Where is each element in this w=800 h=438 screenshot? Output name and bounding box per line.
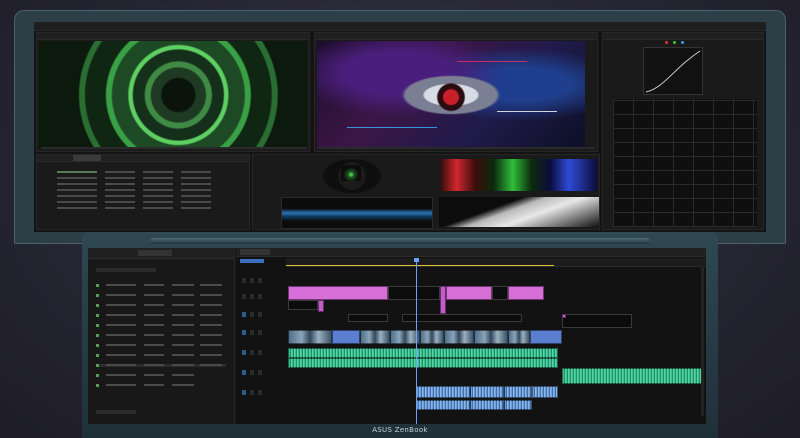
light-streak (497, 111, 557, 112)
track-header-v1[interactable] (236, 310, 284, 320)
list-item-selected[interactable] (96, 364, 226, 367)
lumetri-tabs[interactable] (603, 33, 763, 40)
list-item[interactable] (96, 314, 226, 317)
audio-clip[interactable] (416, 400, 470, 410)
clip[interactable] (402, 314, 522, 322)
green-channel-dot[interactable] (673, 41, 676, 44)
project-toolbar[interactable] (96, 410, 136, 414)
project-bin-tabs[interactable] (37, 155, 249, 162)
robot-image (317, 41, 585, 149)
table-row[interactable] (41, 201, 245, 204)
clip[interactable] (420, 330, 444, 344)
table-row[interactable] (41, 189, 245, 192)
clip[interactable] (348, 314, 388, 322)
vertical-scrollbar[interactable] (701, 266, 704, 416)
clip[interactable] (446, 286, 492, 300)
sequence-tab[interactable] (240, 249, 270, 255)
curves-graph[interactable] (643, 47, 703, 95)
table-row[interactable] (41, 171, 245, 174)
screenpad-screen (88, 248, 706, 424)
project-panel (88, 248, 235, 424)
table-row[interactable] (41, 207, 245, 210)
red-channel-dot[interactable] (665, 41, 668, 44)
clip[interactable] (444, 330, 474, 344)
clip[interactable] (508, 286, 544, 300)
brand-label: ASUS ZenBook (372, 426, 428, 434)
scopes-panel (252, 154, 600, 230)
list-item[interactable] (96, 334, 226, 337)
track-header-a2[interactable] (236, 348, 284, 358)
active-project-tab[interactable] (138, 250, 172, 256)
table-row[interactable] (41, 183, 245, 186)
curve-line-icon (645, 50, 701, 93)
timeline-panel (236, 248, 706, 424)
clip[interactable] (360, 330, 390, 344)
clip[interactable] (288, 300, 318, 310)
audio-clip[interactable] (416, 386, 470, 398)
menu-bar (34, 22, 766, 31)
active-tab[interactable] (73, 155, 101, 161)
audio-clip[interactable] (470, 386, 504, 398)
clip[interactable] (508, 330, 530, 344)
clip[interactable] (288, 286, 388, 300)
track-header-a1[interactable] (236, 328, 284, 338)
light-streak (347, 127, 437, 128)
work-area-bar[interactable] (286, 265, 554, 266)
speaker-image (39, 41, 307, 149)
audio-clip[interactable] (470, 400, 504, 410)
table-row[interactable] (41, 195, 245, 198)
source-scrub-bar[interactable] (41, 147, 307, 149)
list-item[interactable] (96, 344, 226, 347)
list-item[interactable] (96, 384, 226, 387)
program-monitor-tabs[interactable] (315, 33, 597, 40)
clip[interactable] (474, 330, 508, 344)
top-screen (34, 22, 766, 232)
clip[interactable] (318, 300, 324, 312)
clip[interactable] (562, 314, 566, 318)
audio-clip[interactable] (504, 400, 532, 410)
clip[interactable] (288, 330, 332, 344)
luma-scope (439, 197, 599, 227)
timeline-tabs[interactable] (236, 248, 706, 257)
audio-clip[interactable] (532, 386, 558, 398)
list-item[interactable] (96, 284, 226, 287)
track-header-a4[interactable] (236, 388, 284, 398)
audio-clip[interactable] (288, 358, 558, 368)
rgb-parade-scope (441, 159, 597, 191)
blue-channel-dot[interactable] (681, 41, 684, 44)
clip[interactable] (530, 330, 562, 344)
clip[interactable] (388, 286, 440, 300)
laptop-hinge (150, 238, 650, 244)
playhead[interactable] (414, 258, 419, 424)
parade-grid (613, 99, 757, 227)
vectorscope-trace (341, 165, 361, 181)
list-item[interactable] (96, 324, 226, 327)
clip[interactable] (562, 314, 632, 328)
table-row[interactable] (41, 177, 245, 180)
lumetri-panel (602, 32, 764, 230)
track-header-v3[interactable] (236, 276, 284, 286)
program-monitor-panel (314, 32, 598, 152)
list-item[interactable] (96, 374, 226, 377)
source-monitor-panel (36, 32, 310, 152)
list-item[interactable] (96, 354, 226, 357)
program-scrub-bar[interactable] (319, 147, 595, 149)
audio-clip[interactable] (562, 368, 702, 384)
clip[interactable] (492, 286, 508, 300)
timecode-display[interactable] (240, 259, 264, 263)
project-bin-panel (36, 154, 250, 230)
track-header-v2[interactable] (236, 292, 284, 302)
waveform-scope (281, 197, 433, 229)
light-streak (457, 61, 527, 62)
audio-clip[interactable] (288, 348, 558, 358)
source-monitor-tabs[interactable] (37, 33, 309, 40)
clip[interactable] (332, 330, 360, 344)
search-input[interactable] (96, 268, 156, 272)
track-header-a3[interactable] (236, 368, 284, 378)
audio-clip[interactable] (504, 386, 532, 398)
list-item[interactable] (96, 294, 226, 297)
list-item[interactable] (96, 304, 226, 307)
